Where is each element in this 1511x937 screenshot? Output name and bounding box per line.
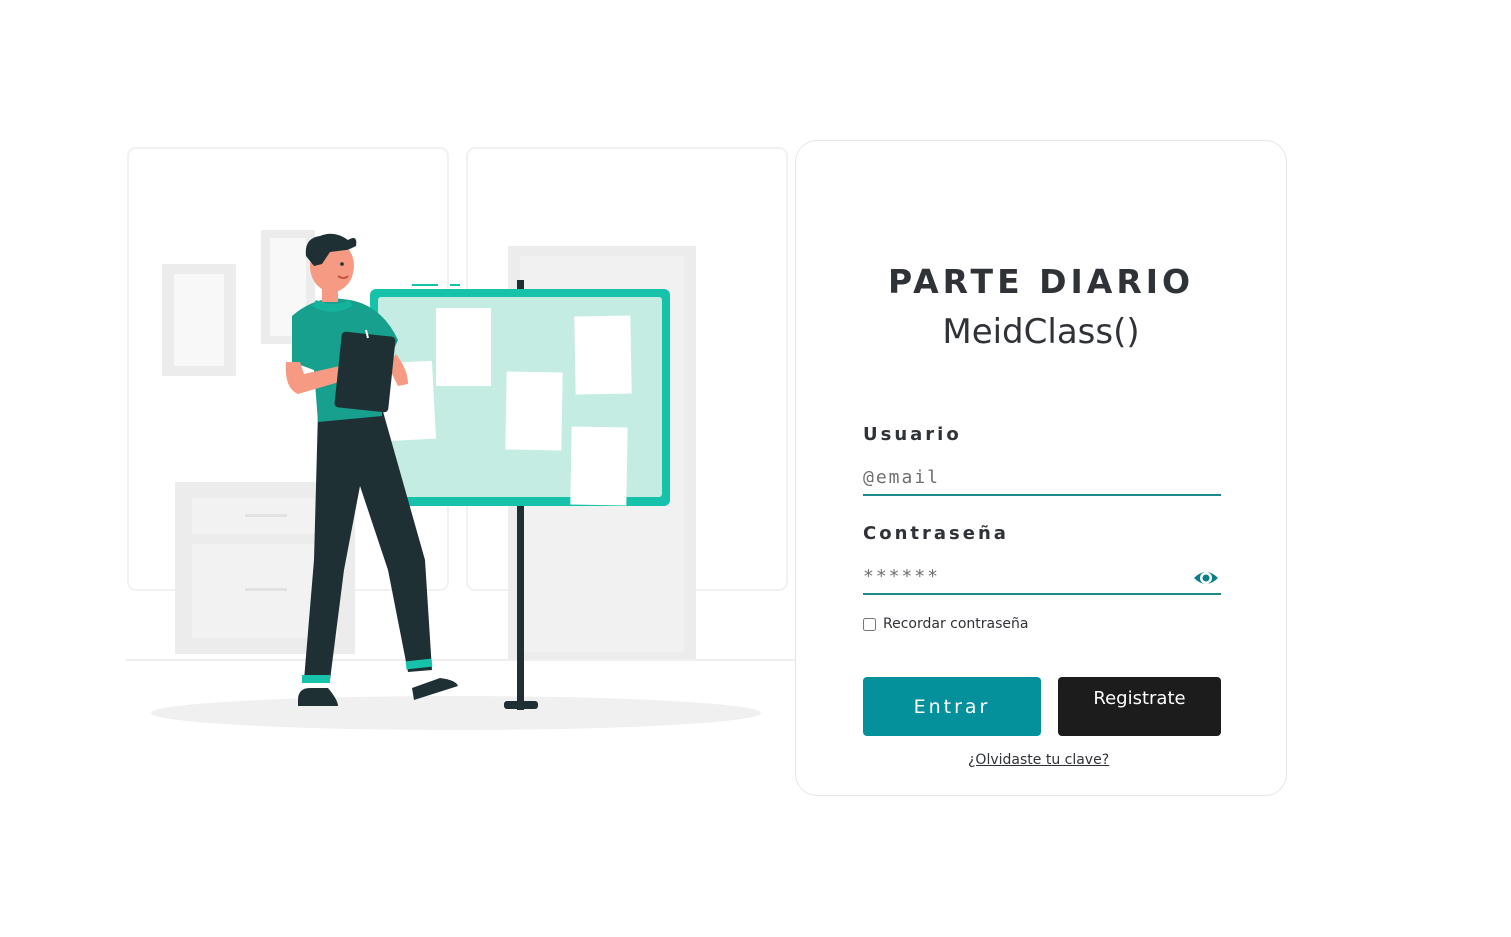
page-subtitle: MeidClass() <box>942 312 1140 352</box>
forgot-password-link[interactable]: ¿Olvidaste tu clave? <box>968 752 1109 768</box>
password-label: Contraseña <box>863 523 1009 544</box>
password-input[interactable] <box>863 561 1183 591</box>
username-input[interactable] <box>863 462 1183 492</box>
remember-label: Recordar contraseña <box>883 616 1029 632</box>
title-text: PARTE DIARIO <box>887 262 1195 301</box>
remember-password[interactable]: Recordar contraseña <box>863 616 1028 632</box>
page-title: PARTE DIARIO <box>795 262 1287 301</box>
username-label: Usuario <box>863 424 962 445</box>
register-button[interactable]: Registrate <box>1058 677 1221 736</box>
login-button[interactable]: Entrar <box>863 677 1041 736</box>
person-with-board-illustration <box>120 140 800 750</box>
username-field <box>863 462 1221 496</box>
remember-checkbox[interactable] <box>863 617 876 631</box>
login-page: PARTE DIARIO MeidClass() Usuario Contras… <box>0 0 1511 937</box>
password-field <box>863 561 1221 595</box>
eye-icon[interactable] <box>1193 565 1219 591</box>
